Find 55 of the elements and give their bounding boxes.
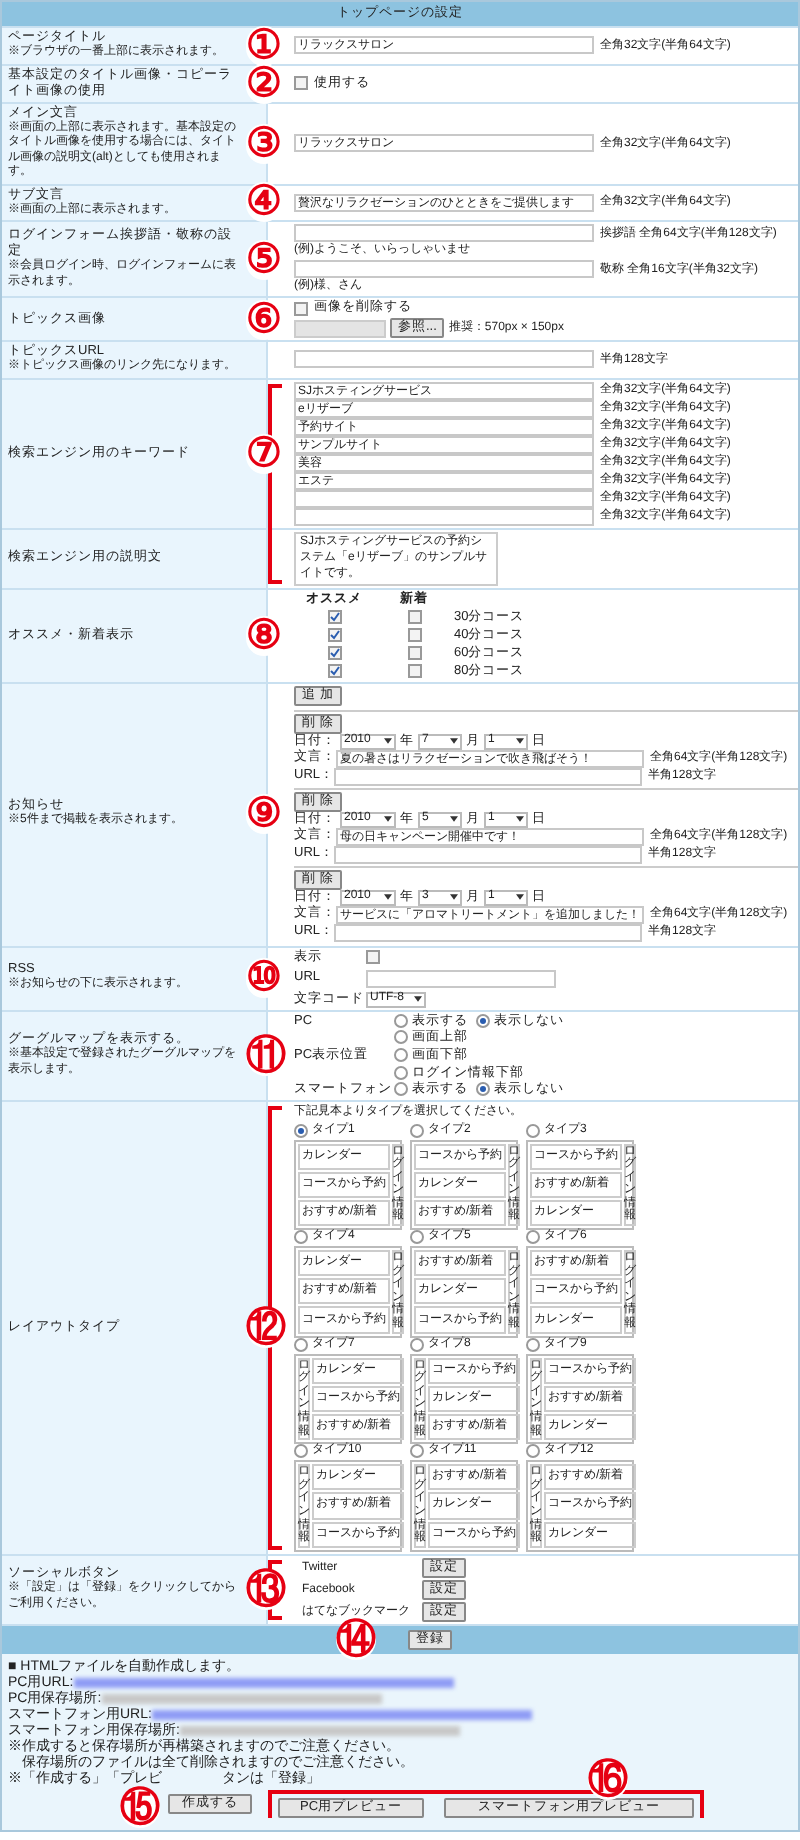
checkbox[interactable] <box>407 646 421 660</box>
radio-button[interactable] <box>410 1444 424 1459</box>
caret-icon <box>516 894 524 900</box>
radio-button[interactable] <box>476 1014 490 1028</box>
caret-icon <box>384 894 392 900</box>
number-marker: ⑬ <box>246 1569 286 1610</box>
radio-button[interactable] <box>526 1123 540 1137</box>
number-marker: ⑫ <box>246 1307 286 1348</box>
number-marker: ③ <box>246 123 282 163</box>
caret-icon <box>384 816 392 822</box>
checkbox[interactable] <box>294 301 308 315</box>
checkbox[interactable] <box>327 628 341 642</box>
radio-button[interactable] <box>394 1082 408 1096</box>
caret-icon <box>414 996 422 1002</box>
radio-button[interactable] <box>294 1444 308 1459</box>
number-marker: ⑪ <box>246 1035 286 1075</box>
radio-button[interactable] <box>394 1014 408 1028</box>
radio-button[interactable] <box>526 1444 540 1459</box>
checkbox[interactable] <box>327 646 341 660</box>
checkbox[interactable] <box>327 610 341 624</box>
checkbox[interactable] <box>407 610 421 624</box>
number-marker: ⑯ <box>588 1759 628 1800</box>
number-marker: ⑩ <box>246 958 282 998</box>
checkbox[interactable] <box>294 76 308 90</box>
radio-button[interactable] <box>476 1082 490 1096</box>
checkbox[interactable] <box>327 664 341 678</box>
caret-icon <box>450 816 458 822</box>
radio-button[interactable] <box>394 1030 408 1044</box>
number-marker: ⑤ <box>246 239 282 279</box>
number-marker: ④ <box>246 182 282 223</box>
caret-icon <box>450 894 458 900</box>
text-field[interactable] <box>294 350 594 369</box>
checkbox[interactable] <box>407 664 421 678</box>
radio-button[interactable] <box>394 1066 408 1080</box>
file-field[interactable] <box>294 319 386 337</box>
radio-button[interactable] <box>294 1230 308 1245</box>
caret-icon <box>384 738 392 744</box>
radio-button[interactable] <box>410 1123 424 1137</box>
number-marker: ⑥ <box>246 299 282 339</box>
number-marker: ⑮ <box>120 1787 160 1828</box>
caret-icon <box>516 816 524 822</box>
radio-button[interactable] <box>294 1123 308 1137</box>
text-field[interactable] <box>366 969 556 987</box>
text-field[interactable] <box>294 224 594 242</box>
number-marker: ⑨ <box>246 794 282 834</box>
caret-icon <box>450 738 458 744</box>
radio-button[interactable] <box>410 1230 424 1245</box>
caret-icon <box>516 738 524 744</box>
number-marker: ⑧ <box>246 615 282 655</box>
text-field[interactable] <box>294 260 594 278</box>
checkbox[interactable] <box>407 628 421 642</box>
radio-button[interactable] <box>394 1048 408 1062</box>
radio-button[interactable] <box>526 1230 540 1245</box>
checkbox[interactable] <box>366 950 380 964</box>
number-marker: ⑭ <box>336 1619 376 1660</box>
